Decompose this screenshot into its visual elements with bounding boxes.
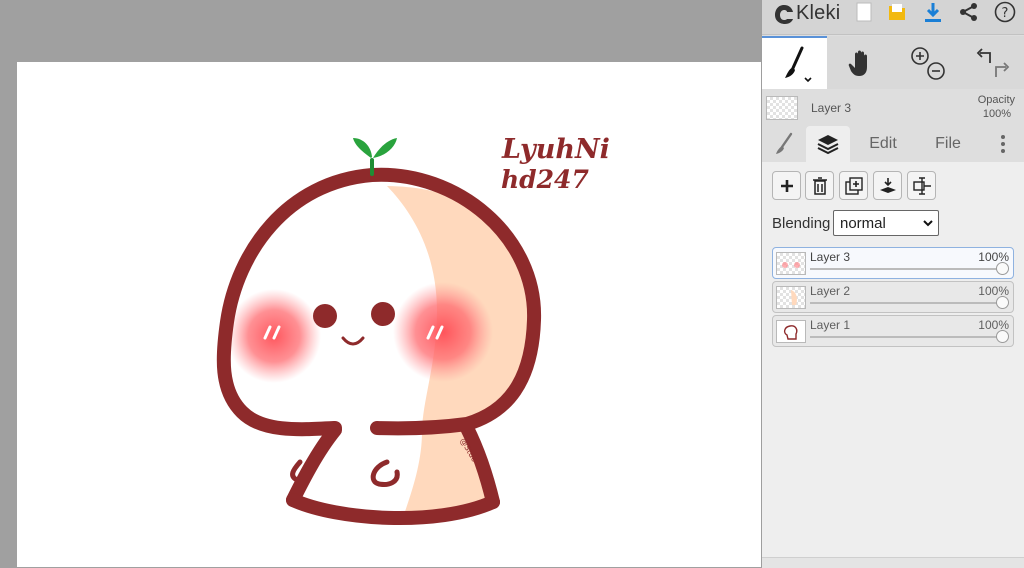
undo-icon[interactable] (976, 47, 991, 63)
brush-tool-button[interactable] (762, 36, 827, 89)
layer-opacity-slider[interactable] (810, 268, 1002, 270)
layer-row-2[interactable]: Layer 2 100% (772, 281, 1014, 313)
duplicate-icon (844, 176, 863, 195)
panel-footer (762, 557, 1024, 568)
blending-select[interactable]: normal (833, 210, 939, 236)
svg-text:?: ? (1002, 6, 1009, 21)
delete-layer-button[interactable] (805, 171, 834, 200)
kleki-logo-icon (775, 4, 793, 24)
kleki-logo[interactable]: Kleki (774, 2, 840, 25)
help-icon: ? (994, 1, 1016, 23)
blending-value: normal (840, 214, 886, 232)
download-icon (925, 3, 941, 22)
character (216, 138, 542, 526)
blending-label: Blending (772, 215, 831, 232)
layer-thumbnail (776, 320, 806, 343)
right-blush (393, 282, 493, 382)
current-layer-name: Layer 3 (811, 101, 852, 115)
layer-name: Layer 1 (810, 318, 851, 332)
layers-panel: Blending normal Layer 3 100% Layer 2 100… (762, 162, 1024, 567)
canvas-workspace[interactable]: LyuhNi hd247 @Stuo (0, 0, 761, 567)
duplicate-layer-button[interactable] (839, 171, 868, 200)
share-button[interactable] (955, 0, 983, 24)
right-eye (371, 302, 395, 326)
merge-down-icon (879, 177, 896, 193)
plus-icon (780, 179, 793, 192)
layer-opacity-slider[interactable] (810, 336, 1002, 338)
layer-opacity-slider[interactable] (810, 302, 1002, 304)
redo-icon[interactable] (994, 61, 1009, 77)
add-layer-button[interactable] (772, 171, 801, 200)
help-button[interactable]: ? (991, 0, 1019, 24)
layer-opacity-knob[interactable] (996, 262, 1009, 275)
new-page-icon (856, 2, 872, 22)
hand-tool-button[interactable] (828, 36, 893, 89)
layer-opacity-knob[interactable] (996, 330, 1009, 343)
layers-icon (817, 135, 839, 155)
merge-layer-button[interactable] (873, 171, 902, 200)
tab-file[interactable]: File (922, 126, 974, 162)
app-name: Kleki (796, 2, 841, 24)
tab-brush[interactable] (762, 126, 806, 162)
layer-opacity-knob[interactable] (996, 296, 1009, 309)
layer-name: Layer 2 (810, 284, 851, 298)
trash-icon (812, 176, 827, 195)
layer-thumbnail (776, 252, 806, 275)
transform-icon (912, 176, 931, 195)
brush-icon (776, 132, 793, 154)
chevron-down-icon (923, 220, 933, 227)
tab-layers[interactable] (806, 126, 850, 162)
zoom-in-icon[interactable] (910, 46, 929, 65)
left-eye (313, 304, 337, 328)
panel-tabs: Edit File (762, 126, 1024, 162)
more-vertical-icon (1001, 135, 1005, 153)
save-icon (889, 4, 905, 20)
tab-edit[interactable]: Edit (857, 126, 909, 162)
more-menu-button[interactable] (990, 126, 1016, 162)
undo-redo-buttons (960, 36, 1024, 89)
download-button[interactable] (919, 0, 947, 24)
zoom-buttons (894, 36, 959, 89)
brush-tool-icon (784, 46, 812, 82)
opacity-label: Opacity (977, 94, 1015, 106)
artwork: LyuhNi hd247 @Stuo (216, 134, 610, 526)
hand-tool-icon (848, 50, 867, 76)
current-layer-thumbnail (766, 96, 798, 120)
side-panel: Kleki ? Layer 3 Opacity 100% Edit File B… (761, 0, 1024, 568)
new-image-button[interactable] (850, 0, 878, 24)
tool-row (762, 36, 1024, 89)
share-icon (960, 3, 977, 21)
signature-line-2: hd247 (501, 165, 589, 194)
drawing-canvas[interactable]: LyuhNi hd247 @Stuo (17, 62, 761, 567)
layer-row-1[interactable]: Layer 1 100% (772, 315, 1014, 347)
transform-layer-button[interactable] (907, 171, 936, 200)
current-layer-info: Layer 3 Opacity 100% (762, 90, 1024, 126)
layer-thumbnail (776, 286, 806, 309)
opacity-value: 100% (982, 108, 1011, 120)
top-bar: Kleki ? (762, 0, 1024, 35)
zoom-out-icon[interactable] (926, 61, 945, 80)
save-button[interactable] (883, 0, 911, 24)
signature-line-1: LyuhNi (501, 134, 610, 165)
layer-row-3[interactable]: Layer 3 100% (772, 247, 1014, 279)
layer-name: Layer 3 (810, 250, 851, 264)
